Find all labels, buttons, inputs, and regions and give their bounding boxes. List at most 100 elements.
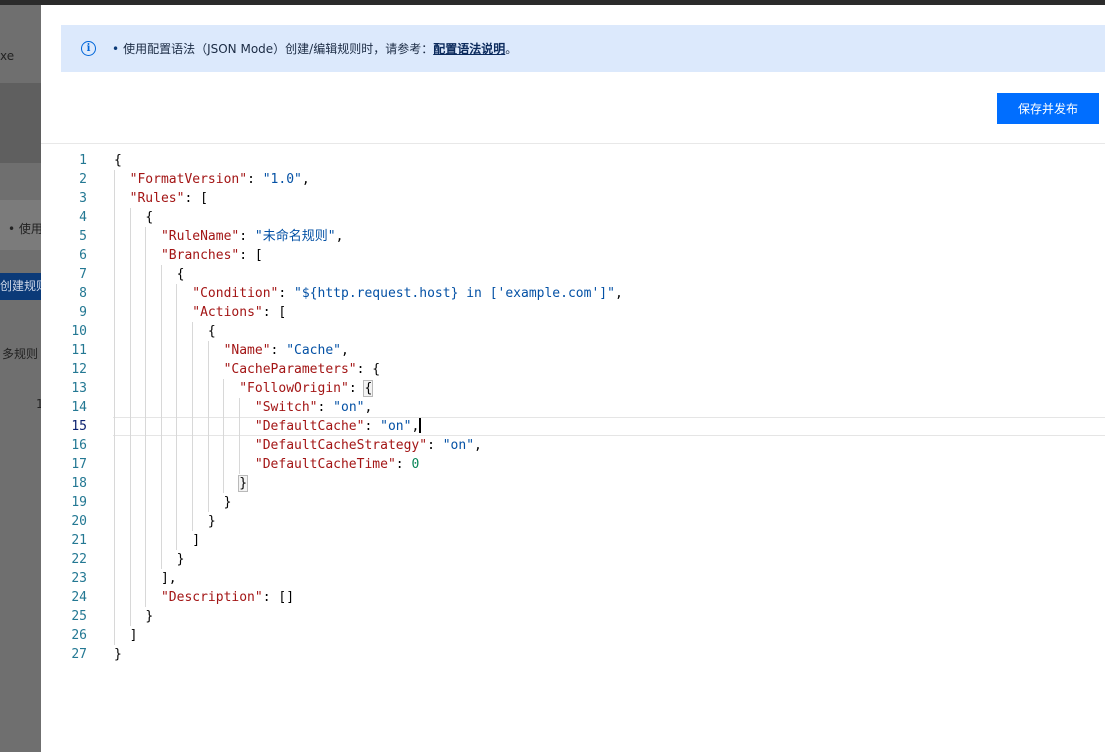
- indent-guide: [176, 493, 178, 512]
- code-text: "RuleName": "未命名规则",: [114, 227, 343, 246]
- indent-guide: [114, 531, 115, 550]
- indent-guide: [223, 436, 225, 455]
- indent-guide: [176, 322, 178, 341]
- code-line[interactable]: 5 "RuleName": "未命名规则",: [41, 227, 1105, 246]
- line-number: 15: [71, 419, 87, 434]
- code-line[interactable]: 18 }: [41, 474, 1105, 493]
- indent-guide: [160, 379, 162, 398]
- indent-guide: [192, 493, 193, 512]
- indent-guide: [114, 626, 115, 645]
- code-token: "Description": [160, 590, 263, 605]
- indent-guide: [129, 607, 131, 626]
- code-line[interactable]: 17 "DefaultCacheTime": 0: [41, 455, 1105, 474]
- code-text: }: [114, 607, 153, 626]
- code-text: "CacheParameters": {: [114, 360, 381, 379]
- indent-guide: [114, 246, 115, 265]
- code-line[interactable]: 14 "Switch": "on",: [41, 398, 1105, 417]
- code-token: }: [114, 647, 122, 662]
- code-line[interactable]: 12 "CacheParameters": {: [41, 360, 1105, 379]
- indent-guide: [129, 474, 131, 493]
- code-token: "Branches": [160, 248, 240, 263]
- code-token: :: [278, 286, 295, 301]
- code-line[interactable]: 2 "FormatVersion": "1.0",: [41, 170, 1105, 189]
- code-line[interactable]: 7 {: [41, 265, 1105, 284]
- info-notice: i • 使用配置语法（JSON Mode）创建/编辑规则时，请参考： 配置语法说…: [61, 25, 1105, 72]
- code-line[interactable]: 26 ]: [41, 626, 1105, 645]
- code-line[interactable]: 4 {: [41, 208, 1105, 227]
- indent-guide: [176, 531, 178, 550]
- code-line[interactable]: 9 "Actions": [: [41, 303, 1105, 322]
- code-text: {: [114, 208, 153, 227]
- indent-guide: [114, 303, 115, 322]
- indent-guide: [160, 436, 162, 455]
- line-number: 6: [79, 248, 87, 263]
- indent-guide: [176, 303, 178, 322]
- syntax-doc-link[interactable]: 配置语法说明: [433, 40, 505, 57]
- indent-guide: [160, 417, 162, 436]
- indent-guide: [114, 512, 115, 531]
- code-token: :: [364, 419, 381, 434]
- indent-guide: [114, 322, 115, 341]
- line-number: 8: [79, 286, 87, 301]
- info-icon: i: [81, 41, 96, 56]
- line-number: 25: [71, 609, 87, 624]
- code-line[interactable]: 1{: [41, 151, 1105, 170]
- code-line[interactable]: 23 ],: [41, 569, 1105, 588]
- indent-guide: [160, 550, 162, 569]
- indent-guide: [238, 398, 240, 417]
- code-line[interactable]: 6 "Branches": [: [41, 246, 1105, 265]
- code-line[interactable]: 16 "DefaultCacheStrategy": "on",: [41, 436, 1105, 455]
- code-line[interactable]: 15 "DefaultCache": "on",: [41, 417, 1105, 436]
- indent-guide: [129, 208, 131, 227]
- indent-guide: [114, 379, 115, 398]
- indent-guide: [114, 455, 115, 474]
- code-line[interactable]: 25 }: [41, 607, 1105, 626]
- indent-guide: [129, 284, 131, 303]
- code-line[interactable]: 19 }: [41, 493, 1105, 512]
- code-token: "on": [333, 400, 365, 415]
- code-line[interactable]: 13 "FollowOrigin": {: [41, 379, 1105, 398]
- background-text-fragment: 多规则: [2, 347, 39, 361]
- code-token: {: [145, 210, 154, 225]
- code-line[interactable]: 27}: [41, 645, 1105, 664]
- code-line[interactable]: 20 }: [41, 512, 1105, 531]
- indent-guide: [176, 436, 178, 455]
- code-token: }: [145, 609, 154, 624]
- code-token: :: [427, 438, 443, 453]
- code-token: }: [238, 475, 249, 492]
- indent-guide: [238, 455, 240, 474]
- indent-guide: [207, 360, 209, 379]
- code-token: "1.0": [262, 172, 302, 187]
- code-token: : {: [356, 362, 381, 377]
- indent-guide: [129, 569, 131, 588]
- code-line[interactable]: 10 {: [41, 322, 1105, 341]
- indent-guide: [114, 265, 115, 284]
- indent-guide: [176, 379, 178, 398]
- indent-guide: [145, 436, 147, 455]
- code-line[interactable]: 11 "Name": "Cache",: [41, 341, 1105, 360]
- indent-guide: [129, 341, 131, 360]
- json-code-editor[interactable]: 1{2 "FormatVersion": "1.0", 3 "Rules": [4…: [41, 151, 1105, 711]
- indent-guide: [145, 227, 147, 246]
- code-line[interactable]: 3 "Rules": [: [41, 189, 1105, 208]
- indent-guide: [129, 550, 131, 569]
- indent-guide: [207, 417, 209, 436]
- indent-guide: [238, 436, 240, 455]
- code-text: "Name": "Cache",: [114, 341, 349, 360]
- indent-guide: [114, 227, 115, 246]
- notice-period: 。: [505, 42, 518, 56]
- code-line[interactable]: 8 "Condition": "${http.request.host} in …: [41, 284, 1105, 303]
- code-line[interactable]: 22 }: [41, 550, 1105, 569]
- code-token: ,: [474, 438, 482, 453]
- save-and-publish-button[interactable]: 保存并发布: [997, 93, 1099, 124]
- indent-guide: [160, 322, 162, 341]
- line-number: 1: [79, 153, 87, 168]
- code-line[interactable]: 24 "Description": []: [41, 588, 1105, 607]
- code-token: "CacheParameters": [223, 362, 357, 377]
- indent-guide: [129, 246, 131, 265]
- indent-guide: [114, 170, 115, 189]
- indent-guide: [129, 265, 131, 284]
- code-token: "on": [380, 419, 412, 434]
- code-line[interactable]: 21 ]: [41, 531, 1105, 550]
- line-number: 27: [71, 647, 87, 662]
